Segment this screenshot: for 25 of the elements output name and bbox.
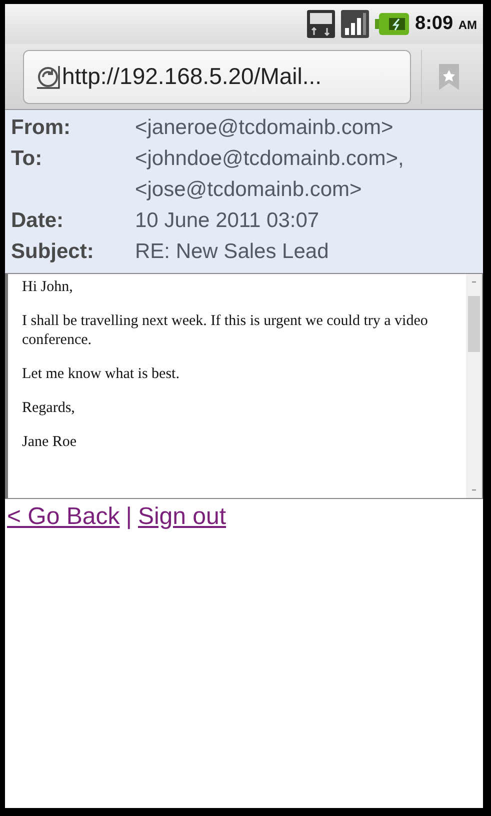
field-label: From:	[11, 115, 72, 141]
link[interactable]: Sign out	[138, 499, 226, 535]
address-field[interactable]: http://192.168.5.20/Mail...	[23, 50, 411, 104]
bookmark-icon[interactable]	[438, 62, 460, 90]
reload-icon	[36, 64, 60, 88]
message-paragraph: Jane Roe	[22, 433, 78, 452]
field-value: <johndoe@tcdomainb.com>,	[135, 146, 404, 172]
field-value: <jose@tcdomainb.com>	[135, 177, 363, 203]
scrollbar[interactable]	[466, 274, 482, 498]
field-value: RE: New Sales Lead	[135, 239, 329, 265]
battery-icon	[375, 13, 410, 35]
message-paragraph: Hi John,	[22, 278, 74, 297]
field-value: 10 June 2011 03:07	[135, 208, 320, 234]
link-separator: |	[126, 502, 132, 532]
field-value: <janeroe@tcdomainb.com>	[135, 115, 394, 141]
status-time: 8:09 AM	[415, 12, 477, 36]
network-3g-icon	[307, 10, 336, 38]
field-label: To:	[11, 146, 44, 172]
field-label: Subject:	[11, 239, 95, 265]
message-paragraph: Regards,	[22, 399, 76, 418]
message-paragraph: Let me know what is best.	[22, 365, 180, 384]
field-label: Date:	[11, 208, 65, 234]
signal-icon	[341, 10, 370, 38]
message-paragraph: I shall be travelling next week. If this is urgent we could try a video conference.	[22, 312, 429, 350]
link[interactable]: < Go Back	[7, 499, 120, 535]
